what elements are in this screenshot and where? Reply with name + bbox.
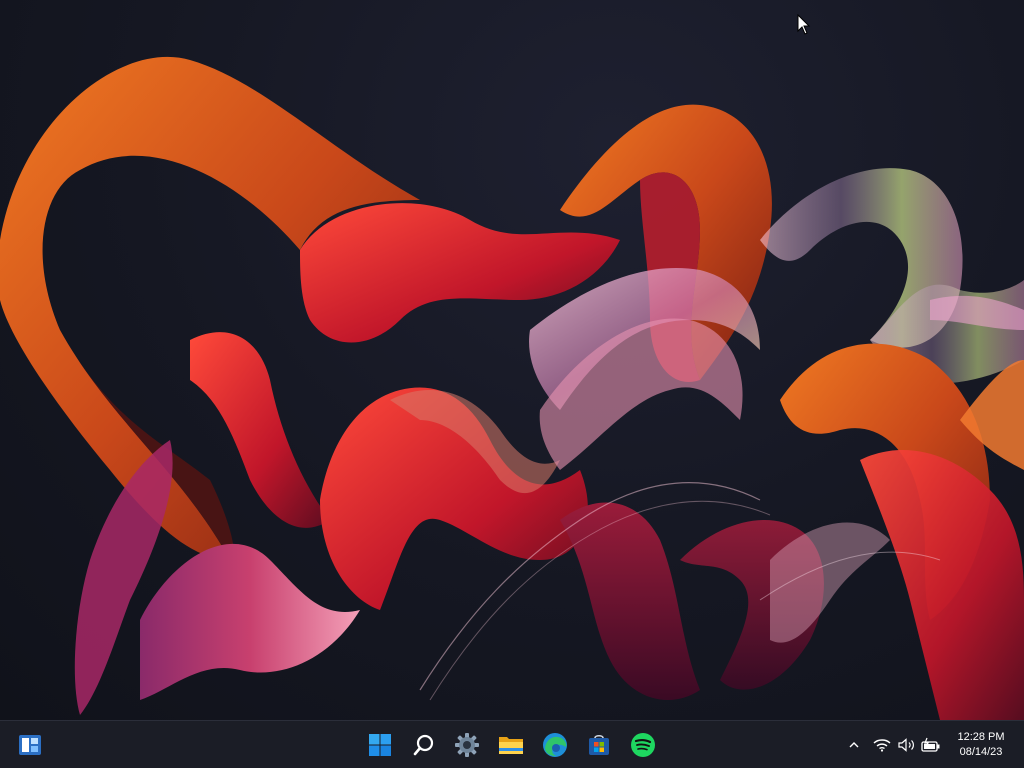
spotify-icon (631, 733, 655, 757)
system-clock[interactable]: 12:28 PM 08/14/23 (950, 730, 1012, 760)
store-icon (589, 734, 609, 755)
wifi-icon (873, 739, 891, 752)
edge-icon (543, 733, 567, 757)
windows-logo-icon (369, 734, 391, 756)
clock-date: 08/14/23 (959, 746, 1003, 758)
edge-app[interactable] (537, 727, 573, 763)
start-button[interactable] (362, 727, 398, 763)
search-button[interactable] (406, 727, 442, 763)
chevron-up-icon (849, 742, 859, 748)
widgets-button[interactable] (12, 727, 48, 763)
desktop (0, 0, 1024, 720)
clock-time: 12:28 PM (957, 731, 1005, 743)
settings-app[interactable] (449, 727, 485, 763)
widgets-icon (19, 735, 41, 755)
file-explorer-app[interactable] (493, 727, 529, 763)
search-icon (413, 734, 434, 756)
wallpaper-image (0, 56, 1024, 720)
spotify-app[interactable] (625, 727, 661, 763)
mouse-pointer-icon (797, 14, 811, 35)
volume-button[interactable] (896, 734, 918, 756)
volume-icon (898, 738, 914, 752)
folder-icon (499, 737, 523, 754)
taskbar: 12:28 PM 08/14/23 (0, 720, 1024, 768)
battery-button[interactable] (920, 734, 942, 756)
network-button[interactable] (871, 734, 893, 756)
gear-icon (455, 733, 479, 757)
show-hidden-icons-button[interactable] (843, 734, 865, 756)
store-app[interactable] (581, 727, 617, 763)
battery-icon (921, 737, 940, 752)
